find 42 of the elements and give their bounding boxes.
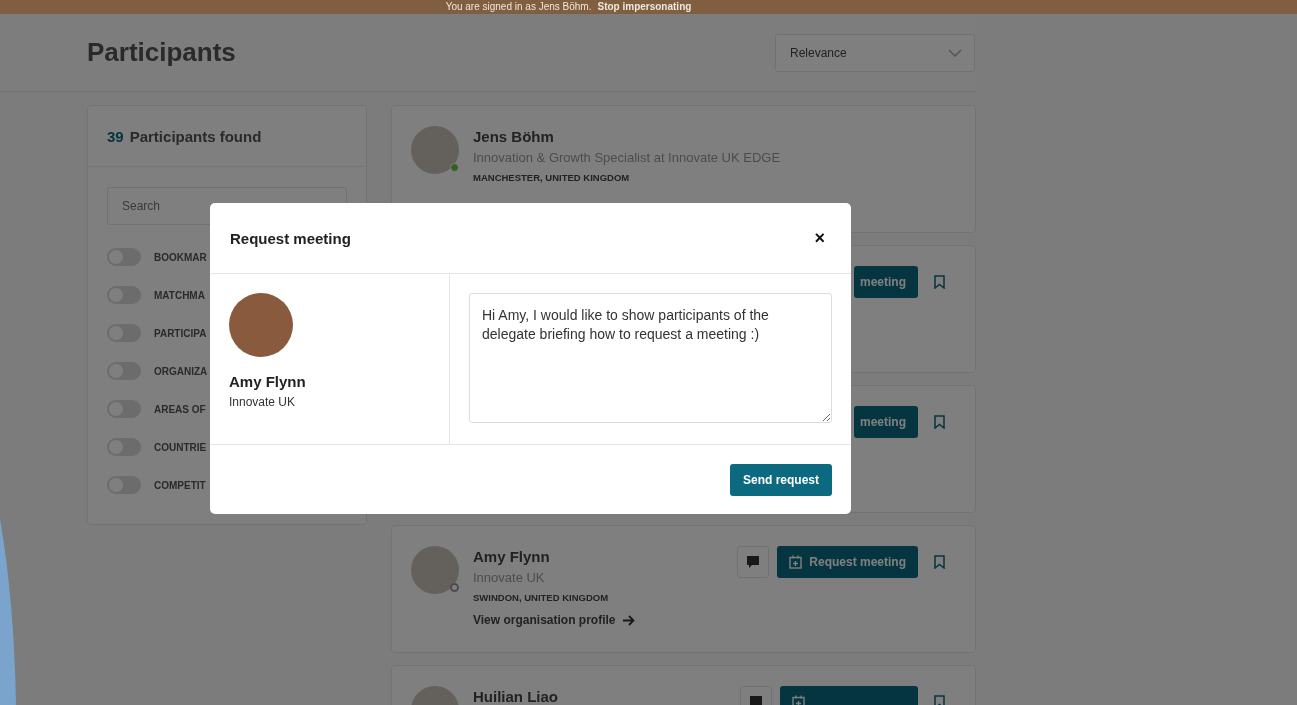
filter-label: COUNTRIE (154, 441, 207, 453)
request-meeting-button[interactable]: Request meeting (777, 546, 918, 578)
filter-label: MATCHMA (154, 289, 205, 301)
filter-label: ORGANIZA (154, 365, 208, 377)
filter-label: PARTICIPA (154, 327, 207, 339)
request-meeting-button[interactable]: meeting (854, 266, 918, 298)
bookmark-icon[interactable] (934, 555, 945, 569)
sort-dropdown[interactable]: Relevance (775, 33, 975, 72)
speech-bubble-icon (746, 555, 761, 569)
stop-impersonating-link[interactable]: Stop impersonating (597, 1, 692, 13)
participant-name: Huilian Liao (473, 688, 559, 705)
results-count: 39 (107, 127, 124, 145)
banner-text: You are signed in as Jens Böhm. (445, 1, 592, 13)
message-button[interactable] (737, 546, 770, 578)
person-organisation: Innovate UK (229, 395, 297, 409)
chevron-down-icon (948, 48, 962, 57)
avatar-photo (411, 126, 459, 174)
results-label: Participants found (129, 127, 262, 145)
participant-name: Amy Flynn (473, 548, 551, 565)
speech-bubble-icon (749, 695, 763, 705)
filter-label: BOOKMAR (154, 251, 207, 263)
participant-name: Jens Böhm (473, 128, 555, 145)
bookmark-icon[interactable] (934, 275, 945, 289)
bookmark-icon[interactable] (934, 695, 945, 705)
filter-label: AREAS OF (154, 403, 206, 415)
person-name: Amy Flynn (229, 373, 307, 390)
participant-location: SWINDON, UNITED KINGDOM (473, 592, 610, 603)
filter-label: COMPETIT (154, 479, 206, 491)
dialog-title: Request meeting (230, 229, 351, 247)
search-input[interactable]: Search (120, 198, 244, 214)
calendar-plus-icon (792, 695, 805, 705)
message-field[interactable]: Hi Amy, I would like to show participants of the delegate briefing how to request a meeting :) (469, 293, 832, 423)
arrow-right-icon (623, 614, 636, 626)
close-button[interactable]: × (814, 227, 825, 249)
avatar-photo (411, 546, 459, 594)
organisation-profile-link[interactable]: View organisation profile (473, 613, 636, 627)
participant-location: MANCHESTER, UNITED KINGDOM (473, 172, 631, 183)
send-request-button[interactable]: Send request (729, 463, 832, 496)
page-title: Participants (87, 37, 236, 68)
calendar-plus-icon (789, 555, 803, 569)
request-meeting-button[interactable]: meeting (854, 406, 918, 438)
bookmark-icon[interactable] (934, 415, 945, 429)
